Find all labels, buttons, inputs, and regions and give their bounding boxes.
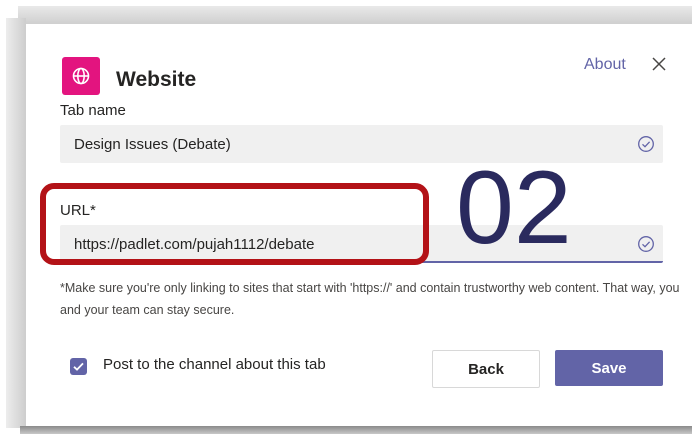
website-tab-dialog: Website About Tab name Design Issues (De… xyxy=(26,24,692,426)
step-number-annotation: 02 xyxy=(456,150,572,266)
dialog-shadow-left xyxy=(6,18,26,428)
tab-name-value: Design Issues (Debate) xyxy=(74,136,231,153)
close-icon[interactable] xyxy=(650,55,668,73)
dialog-shadow-bottom xyxy=(20,426,692,434)
globe-icon xyxy=(62,57,100,95)
save-button[interactable]: Save xyxy=(555,350,663,386)
check-circle-icon xyxy=(637,135,655,153)
check-circle-icon xyxy=(637,235,655,253)
dialog-shadow-top xyxy=(18,6,692,24)
tab-name-label: Tab name xyxy=(60,102,126,119)
url-highlight-annotation xyxy=(40,183,429,265)
back-button[interactable]: Back xyxy=(432,350,540,388)
dialog-title: Website xyxy=(116,68,197,91)
security-note: *Make sure you're only linking to sites … xyxy=(60,281,680,317)
about-link[interactable]: About xyxy=(584,56,626,74)
checkmark-icon xyxy=(73,362,84,371)
tab-name-field[interactable]: Design Issues (Debate) xyxy=(60,125,663,163)
post-to-channel-label[interactable]: Post to the channel about this tab xyxy=(103,356,326,373)
post-to-channel-checkbox[interactable] xyxy=(70,358,87,375)
